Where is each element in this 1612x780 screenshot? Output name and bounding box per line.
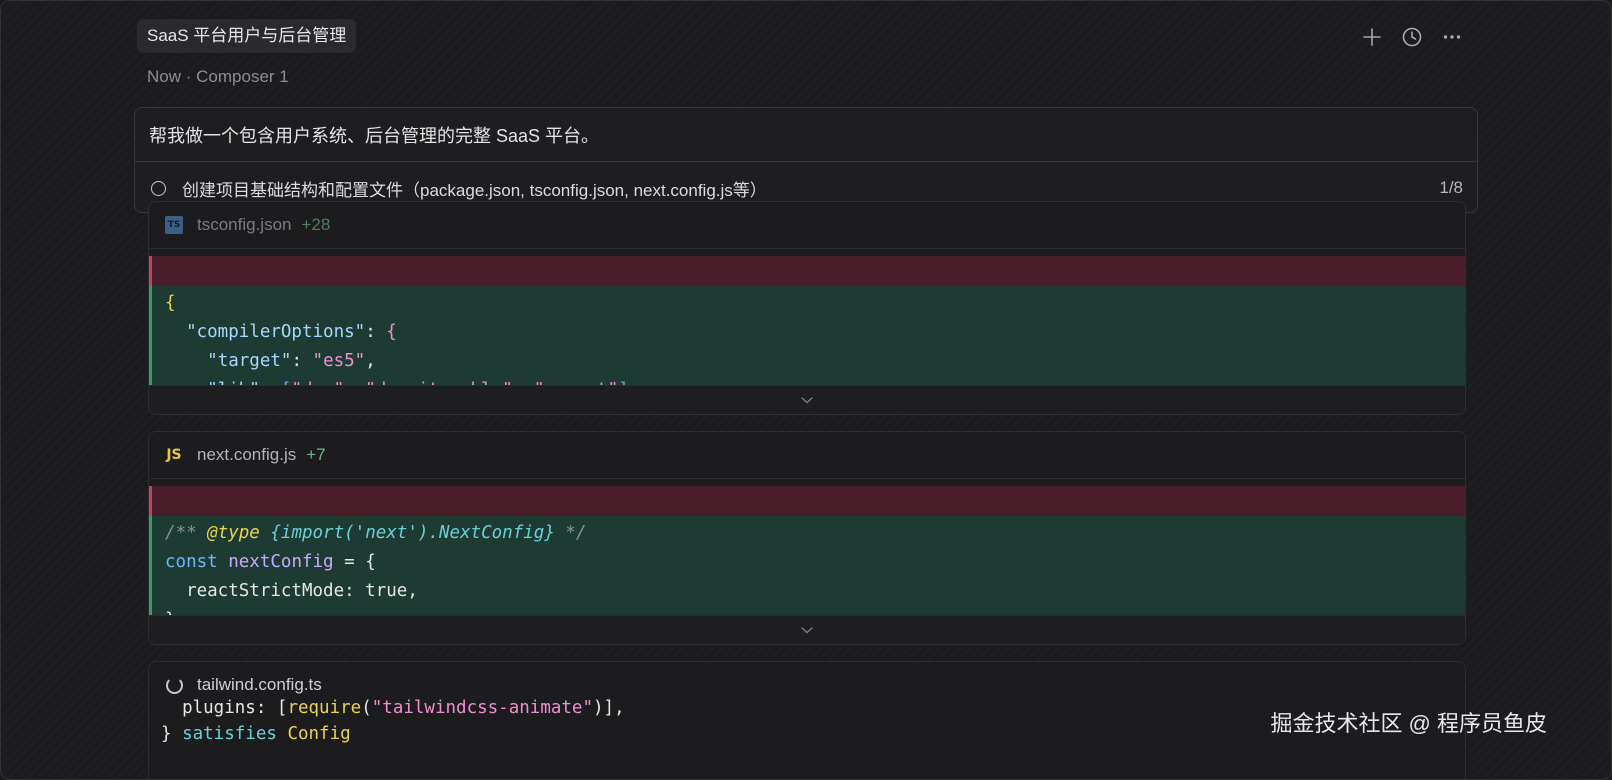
file-name: next.config.js — [197, 445, 297, 464]
plus-icon[interactable] — [1359, 24, 1385, 50]
code-token: */ — [554, 523, 587, 543]
code-token: "tailwindcss-animate" — [371, 698, 594, 718]
history-icon[interactable] — [1399, 24, 1425, 50]
code-token: nextConfig — [228, 552, 334, 572]
file-card-header[interactable]: TS tsconfig.json +28 — [149, 202, 1465, 249]
code-line: "compilerOptions": { — [152, 318, 1465, 347]
composer-meta: Now · Composer 1 — [147, 67, 289, 87]
more-icon[interactable] — [1439, 24, 1465, 50]
prompt-box[interactable]: 帮我做一个包含用户系统、后台管理的完整 SaaS 平台。 创建项目基础结构和配置… — [134, 107, 1478, 213]
code-line: /** @type {import('next').NextConfig} */ — [152, 519, 1465, 548]
code-line: "target": "es5", — [152, 347, 1465, 376]
code-line: plugins: [require("tailwindcss-animate")… — [148, 696, 1466, 720]
code-line: reactStrictMode: true, — [152, 577, 1465, 606]
typescript-file-icon: TS — [165, 216, 183, 234]
code-token: reactStrictMode: true, — [165, 581, 418, 601]
code-token: : — [365, 322, 387, 342]
composer-header: SaaS 平台用户与后台管理 — [137, 19, 1477, 55]
code-token: = { — [333, 552, 376, 572]
meta-time: Now — [147, 67, 182, 86]
code-line: const nextConfig = { — [152, 548, 1465, 577]
code-line: { — [152, 289, 1465, 318]
code-token: { — [165, 293, 176, 313]
file-card-next-config: JS next.config.js +7 /** @type {import('… — [148, 431, 1466, 645]
code-token: {import('next').NextConfig} — [259, 523, 555, 543]
code-token: plugins: [ — [161, 698, 288, 718]
code-token: "es5" — [312, 351, 366, 371]
code-token: @type — [207, 523, 260, 543]
diff-added-block: /** @type {import('next').NextConfig} */… — [149, 516, 1465, 622]
composer-title[interactable]: SaaS 平台用户与后台管理 — [137, 19, 357, 53]
code-token: { — [386, 322, 397, 342]
diff-removed-line — [149, 256, 1465, 286]
file-icon-wrapper — [165, 676, 183, 694]
chevron-down-icon — [801, 397, 813, 404]
loading-spinner-icon — [165, 676, 183, 694]
diff-removed-line — [149, 486, 1465, 516]
code-token: satisfies — [182, 724, 277, 744]
task-label: 创建项目基础结构和配置文件（package.json, tsconfig.jso… — [182, 180, 767, 200]
meta-composer: Composer 1 — [196, 67, 289, 86]
diff-view: /** @type {import('next').NextConfig} */… — [149, 486, 1465, 622]
file-added-count: +7 — [306, 445, 326, 464]
code-token: Config — [287, 724, 351, 744]
code-token: const — [165, 552, 218, 572]
code-token: , — [365, 351, 376, 371]
expand-diff-button[interactable] — [149, 615, 1465, 644]
code-token: : — [291, 351, 313, 371]
code-token: /** — [165, 523, 208, 543]
watermark: 掘金技术社区 @ 程序员鱼皮 — [1270, 711, 1547, 736]
code-token: "compilerOptions" — [186, 322, 366, 342]
task-progress: 1/8 — [1439, 178, 1463, 197]
code-token: )], — [593, 698, 625, 718]
file-card-header[interactable]: JS next.config.js +7 — [149, 432, 1465, 479]
file-name: tailwind.config.ts — [197, 675, 322, 694]
header-actions — [1359, 23, 1465, 51]
prompt-text: 帮我做一个包含用户系统、后台管理的完整 SaaS 平台。 — [149, 126, 600, 146]
diff-added-block: { "compilerOptions": { "target": "es5", … — [149, 286, 1465, 392]
code-token: require — [287, 698, 362, 718]
file-card-tsconfig: TS tsconfig.json +28 { "compilerOptions"… — [148, 201, 1466, 415]
code-token: "target" — [207, 351, 292, 371]
chevron-down-icon — [801, 627, 813, 634]
javascript-file-icon: JS — [166, 447, 182, 463]
task-status-icon — [151, 180, 166, 196]
file-added-count: +28 — [301, 215, 331, 234]
code-line: } satisfies Config — [148, 720, 1466, 749]
meta-separator: · — [185, 67, 192, 86]
code-token: } — [161, 724, 183, 744]
streaming-code: plugins: [require("tailwindcss-animate")… — [148, 696, 1466, 749]
expand-diff-button[interactable] — [149, 385, 1465, 414]
file-name: tsconfig.json — [197, 215, 292, 234]
diff-view: { "compilerOptions": { "target": "es5", … — [149, 256, 1465, 392]
code-token: ( — [361, 698, 372, 718]
composer-window: SaaS 平台用户与后台管理 Now · Composer 1 帮我做一个包含用… — [0, 0, 1612, 780]
